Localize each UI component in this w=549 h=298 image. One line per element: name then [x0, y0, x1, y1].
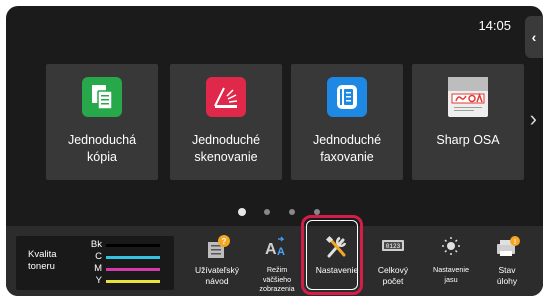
svg-text:0123: 0123 [386, 243, 401, 250]
brightness-setting-button[interactable]: Nastavenie jasu [424, 230, 478, 294]
tile-simple-scan[interactable]: Jednoduché skenovanie [170, 64, 282, 180]
toner-quality-widget[interactable]: Kvalita toneru Bk C M Y [16, 236, 174, 290]
toner-row-m: M [88, 263, 168, 275]
toner-row-c: C [88, 251, 168, 263]
counter-icon: 0123 [379, 234, 407, 260]
large-text-icon: A A [263, 234, 291, 260]
tile-sharp-osa[interactable]: Sharp OSA [412, 64, 524, 180]
tile-simple-fax[interactable]: Jednoduché faxovanie [291, 64, 403, 180]
job-status-icon: ! [493, 234, 521, 260]
tile-label: Jednoduché faxovanie [312, 133, 382, 164]
total-count-label: Celkový počet [377, 265, 409, 286]
bottom-bar: Kvalita toneru Bk C M Y ? Užívateľský ná… [6, 226, 543, 296]
page-dot[interactable] [264, 209, 270, 215]
tile-label: Jednoduchá kópia [67, 133, 137, 164]
copy-icon [82, 77, 122, 117]
scan-icon [206, 77, 246, 117]
page-dot[interactable] [289, 209, 295, 215]
fax-icon [327, 77, 367, 117]
home-tiles: Jednoduchá kópia Jednoduché skenovanie J… [46, 64, 524, 180]
next-page-arrow[interactable]: › [530, 106, 537, 132]
large-display-mode-button[interactable]: A A Režim väčšieho zobrazenia [250, 230, 304, 294]
user-guide-label: Užívateľský návod [194, 265, 240, 286]
total-count-button[interactable]: 0123 Celkový počet [366, 230, 420, 294]
brightness-icon [437, 234, 465, 260]
job-status-button[interactable]: ! Stav úlohy [480, 230, 534, 294]
job-status-label: Stav úlohy [496, 265, 518, 286]
svg-text:A: A [277, 246, 285, 258]
panel-screen: 14:05 ‹ › Jednoduchá kópia Jednoduché sk… [6, 6, 543, 296]
toner-row-bk: Bk [88, 239, 168, 251]
sharp-osa-icon [448, 77, 488, 117]
user-guide-button[interactable]: ? Užívateľský návod [190, 230, 244, 294]
collapse-tab-button[interactable]: ‹ [525, 16, 543, 58]
svg-text:!: ! [514, 239, 516, 246]
page-dot-active[interactable] [238, 208, 246, 216]
user-guide-icon: ? [203, 234, 231, 260]
tile-label: Jednoduché skenovanie [191, 133, 261, 164]
tile-label: Sharp OSA [436, 133, 500, 147]
svg-text:A: A [265, 241, 277, 258]
large-display-mode-label: Režim väčšieho zobrazenia [259, 265, 295, 293]
tile-simple-copy[interactable]: Jednoduchá kópia [46, 64, 158, 180]
chevron-left-icon: ‹ [531, 29, 537, 45]
clock: 14:05 [478, 18, 511, 33]
brightness-label: Nastavenie jasu [433, 265, 469, 284]
toner-row-y: Y [88, 275, 168, 287]
svg-text:?: ? [222, 237, 227, 246]
toner-title: Kvalita toneru [28, 249, 57, 272]
settings-highlight-frame [301, 215, 363, 295]
